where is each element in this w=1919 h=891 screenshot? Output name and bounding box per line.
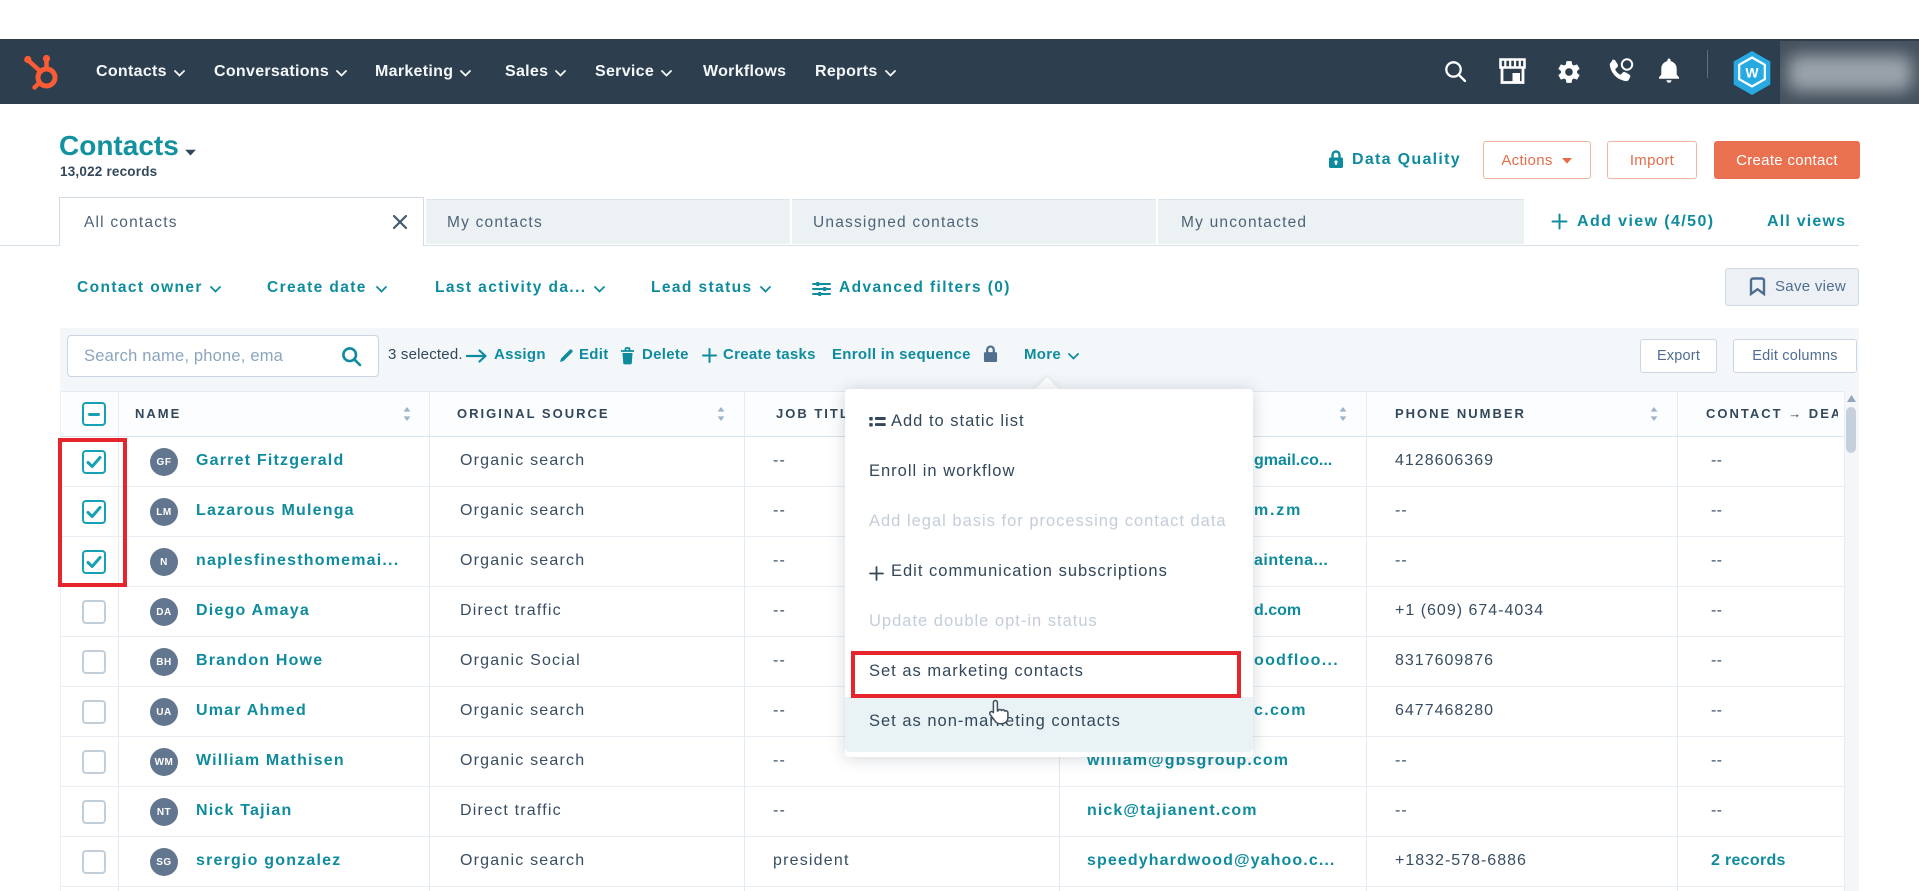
svg-text:W: W [1745, 65, 1759, 81]
